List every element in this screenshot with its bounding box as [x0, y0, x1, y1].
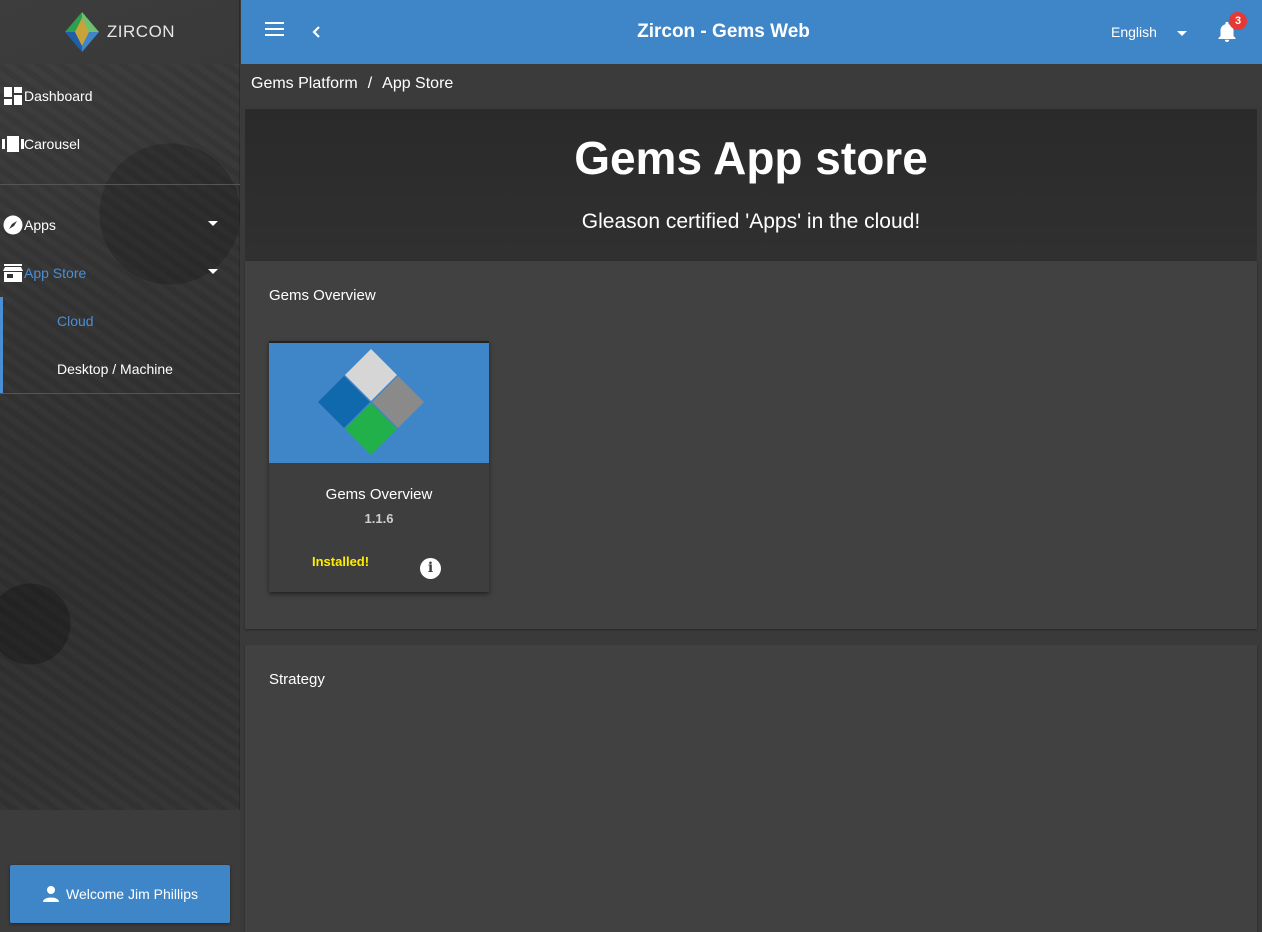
zircon-logo-icon: [64, 12, 99, 52]
sidebar-divider: [0, 393, 240, 394]
sidebar-item-label: App Store: [24, 265, 87, 281]
page-subtitle: Gleason certified 'Apps' in the cloud!: [581, 210, 921, 233]
brand[interactable]: ZIRCON: [0, 0, 240, 64]
chevron-down-icon[interactable]: [208, 269, 218, 274]
app-section-strategy: Strategy: [245, 645, 1257, 932]
carousel-icon: [2, 133, 24, 155]
breadcrumb-separator: /: [367, 75, 373, 92]
breadcrumb-root-link[interactable]: Gems Platform: [251, 75, 358, 93]
app-section-gems-overview: Gems Overview Gems Overview 1.1.6 Instal…: [245, 261, 1257, 629]
main-content: Gems App store Gleason certified 'Apps' …: [241, 104, 1262, 932]
info-icon[interactable]: i: [420, 558, 441, 579]
page-title: Gems App store: [574, 132, 928, 184]
sidebar-item-label: Dashboard: [24, 88, 93, 104]
sidebar-divider: [0, 184, 240, 185]
sidebar-item-label: Carousel: [24, 136, 81, 152]
top-app-bar: Zircon - Gems Web English 3: [241, 0, 1262, 64]
sidebar-item-app-store[interactable]: App Store: [0, 249, 240, 297]
dashboard-icon: [2, 85, 24, 107]
gems-overview-app-icon: [318, 349, 424, 455]
app-title: Zircon - Gems Web: [637, 21, 810, 42]
sidebar-subitem-cloud[interactable]: Cloud: [0, 297, 240, 345]
sidebar-item-carousel[interactable]: Carousel: [0, 120, 240, 168]
app-card-image: [269, 343, 489, 463]
breadcrumb-current: App Store: [382, 75, 454, 92]
sidebar: ZIRCON Dashboard Carousel Apps App Store…: [0, 0, 240, 932]
breadcrumb: Gems Platform / App Store: [241, 64, 1262, 104]
app-card-name: Gems Overview: [325, 486, 433, 503]
store-icon: [2, 262, 24, 284]
language-select[interactable]: English: [1111, 24, 1157, 40]
hero-banner: Gems App store Gleason certified 'Apps' …: [245, 109, 1257, 261]
notification-count-badge: 3: [1229, 12, 1247, 30]
welcome-user-button[interactable]: Welcome Jim Phillips: [10, 865, 230, 923]
chevron-down-icon[interactable]: [208, 221, 218, 226]
welcome-label: Welcome Jim Phillips: [66, 886, 198, 902]
brand-name: ZIRCON: [106, 22, 176, 41]
person-icon: [43, 886, 59, 902]
app-card[interactable]: Gems Overview 1.1.6 Installed! i: [269, 341, 489, 592]
sidebar-subitem-desktop-machine[interactable]: Desktop / Machine: [0, 345, 240, 393]
chevron-down-icon[interactable]: [1177, 31, 1187, 36]
app-card-status: Installed!: [312, 554, 370, 569]
section-title: Gems Overview: [269, 287, 376, 304]
sidebar-item-label: Apps: [24, 217, 56, 233]
app-card-version: 1.1.6: [364, 511, 394, 526]
section-title: Strategy: [269, 671, 325, 688]
sidebar-item-dashboard[interactable]: Dashboard: [0, 72, 240, 120]
sidebar-item-apps[interactable]: Apps: [0, 201, 240, 249]
compass-icon: [2, 214, 24, 236]
